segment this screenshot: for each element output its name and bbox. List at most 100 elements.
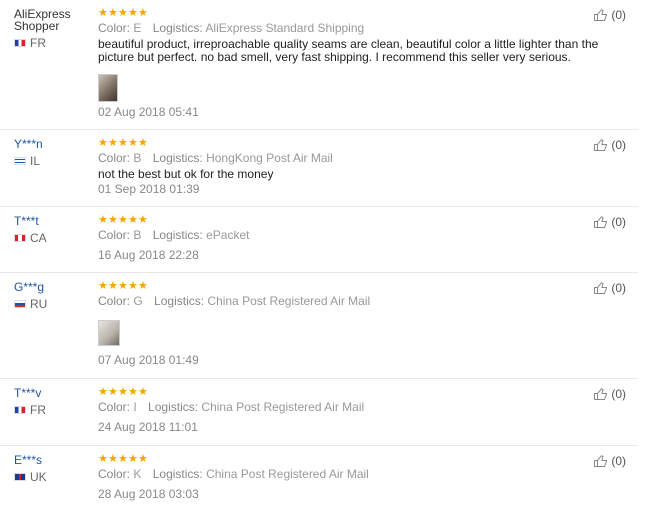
thumbs-up-icon (594, 282, 608, 294)
helpful-button[interactable]: (0) (594, 215, 626, 229)
flag-uk-icon (14, 473, 26, 481)
star-icon: ★ (108, 280, 118, 292)
helpful-button[interactable]: (0) (594, 8, 626, 22)
reviewer-name: T***v (14, 386, 42, 400)
star-icon: ★ (98, 137, 108, 149)
star-icon: ★ (108, 453, 118, 465)
color-value: I (133, 400, 137, 414)
star-icon: ★ (98, 386, 108, 398)
star-icon: ★ (128, 453, 138, 465)
reviewer-name: E***s (14, 453, 43, 467)
star-icon: ★ (98, 453, 108, 465)
review-body: ★ ★ ★ ★ ★ Color: I Logistics: China Post Reg… (98, 386, 618, 435)
color-value: K (133, 467, 142, 481)
review-item: T***t CA ★ ★ ★ ★ ★ Color: B Logistics: ePack… (0, 207, 638, 273)
review-meta: Color: E Logistics: AliExpress Standard … (98, 21, 365, 35)
logistics-value: China Post Registered Air Mail (201, 400, 365, 414)
reviewer-country: IL (14, 154, 94, 168)
reviewer-country: CA (14, 231, 94, 245)
review-body: ★ ★ ★ ★ ★ Color: B Logistics: HongKong Post … (98, 138, 618, 197)
reviewer: AliExpress Shopper FR (14, 8, 94, 50)
logistics-value: AliExpress Standard Shipping (205, 21, 365, 35)
star-icon: ★ (118, 7, 128, 19)
review-body: ★ ★ ★ ★ ★ Color: E Logistics: AliExpress Sta… (98, 8, 618, 119)
star-icon: ★ (138, 280, 148, 292)
review-meta: Color: K Logistics: China Post Registere… (98, 467, 369, 481)
review-item: Y***n IL ★ ★ ★ ★ ★ Color: B Logistics: HongK… (0, 130, 638, 207)
helpful-button[interactable]: (0) (594, 387, 626, 401)
review-item: G***g RU ★ ★ ★ ★ ★ Color: G Logistics: China… (0, 273, 638, 379)
rating-stars: ★ ★ ★ ★ ★ (98, 215, 618, 226)
star-icon: ★ (98, 7, 108, 19)
review-date: 02 Aug 2018 05:41 (98, 105, 199, 119)
helpful-count: (0) (611, 8, 626, 22)
reviewer-name: G***g (14, 280, 45, 294)
color-value: E (133, 21, 142, 35)
star-icon: ★ (138, 453, 148, 465)
review-date: 07 Aug 2018 01:49 (98, 353, 199, 367)
helpful-count: (0) (611, 215, 626, 229)
review-body: ★ ★ ★ ★ ★ Color: G Logistics: China Post Reg… (98, 281, 618, 367)
star-icon: ★ (118, 280, 128, 292)
helpful-button[interactable]: (0) (594, 454, 626, 468)
flag-ca-icon (14, 234, 26, 242)
reviewer: T***t CA (14, 215, 94, 245)
reviewer-country: UK (14, 470, 94, 484)
review-photo-thumbnail[interactable] (98, 74, 118, 102)
review-date: 16 Aug 2018 22:28 (98, 248, 199, 262)
star-icon: ★ (128, 137, 138, 149)
reviewer-country: FR (14, 403, 94, 417)
helpful-count: (0) (611, 454, 626, 468)
review-item: T***v FR ★ ★ ★ ★ ★ Color: I Logistics: China… (0, 379, 638, 446)
star-icon: ★ (108, 137, 118, 149)
review-meta: Color: B Logistics: HongKong Post Air Ma… (98, 151, 333, 165)
helpful-button[interactable]: (0) (594, 138, 626, 152)
star-icon: ★ (108, 214, 118, 226)
scrollbar[interactable] (641, 0, 655, 513)
reviewer-name: Y***n (14, 137, 43, 151)
star-icon: ★ (138, 214, 148, 226)
logistics-value: HongKong Post Air Mail (206, 151, 333, 165)
reviewer: G***g RU (14, 281, 94, 311)
thumbs-up-icon (594, 139, 608, 151)
review-meta: Color: G Logistics: China Post Registere… (98, 294, 371, 308)
flag-il-icon (14, 157, 26, 165)
star-icon: ★ (108, 386, 118, 398)
star-icon: ★ (128, 214, 138, 226)
helpful-count: (0) (611, 281, 626, 295)
review-date: 24 Aug 2018 11:01 (98, 420, 198, 434)
reviewer-name: AliExpress Shopper (14, 7, 71, 33)
reviewer-country: RU (14, 297, 94, 311)
star-icon: ★ (138, 386, 148, 398)
review-date: 01 Sep 2018 01:39 (98, 182, 200, 196)
star-icon: ★ (118, 137, 128, 149)
color-value: G (133, 294, 143, 308)
rating-stars: ★ ★ ★ ★ ★ (98, 138, 618, 149)
helpful-button[interactable]: (0) (594, 281, 626, 295)
thumbs-up-icon (594, 388, 608, 400)
review-body: ★ ★ ★ ★ ★ Color: B Logistics: ePacket 16 Aug… (98, 215, 618, 263)
thumbs-up-icon (594, 455, 608, 467)
star-icon: ★ (128, 7, 138, 19)
review-item: E***s UK ★ ★ ★ ★ ★ Color: K Logistics: China… (0, 446, 638, 513)
flag-ru-icon (14, 300, 26, 308)
review-item: AliExpress Shopper FR ★ ★ ★ ★ ★ Color: E Log… (0, 0, 638, 130)
logistics-value: China Post Registered Air Mail (206, 467, 369, 481)
thumbs-up-icon (594, 9, 608, 21)
rating-stars: ★ ★ ★ ★ ★ (98, 281, 618, 292)
star-icon: ★ (128, 386, 138, 398)
reviewer-country: FR (14, 36, 94, 50)
review-photo-thumbnail[interactable] (98, 320, 120, 346)
reviewer-name: T***t (14, 214, 39, 228)
rating-stars: ★ ★ ★ ★ ★ (98, 454, 618, 465)
logistics-value: China Post Registered Air Mail (207, 294, 371, 308)
star-icon: ★ (98, 214, 108, 226)
star-icon: ★ (138, 137, 148, 149)
helpful-count: (0) (611, 387, 626, 401)
reviewer: Y***n IL (14, 138, 94, 168)
reviewer: T***v FR (14, 387, 94, 417)
color-value: B (133, 228, 142, 242)
rating-stars: ★ ★ ★ ★ ★ (98, 8, 618, 19)
color-value: B (133, 151, 142, 165)
star-icon: ★ (128, 280, 138, 292)
